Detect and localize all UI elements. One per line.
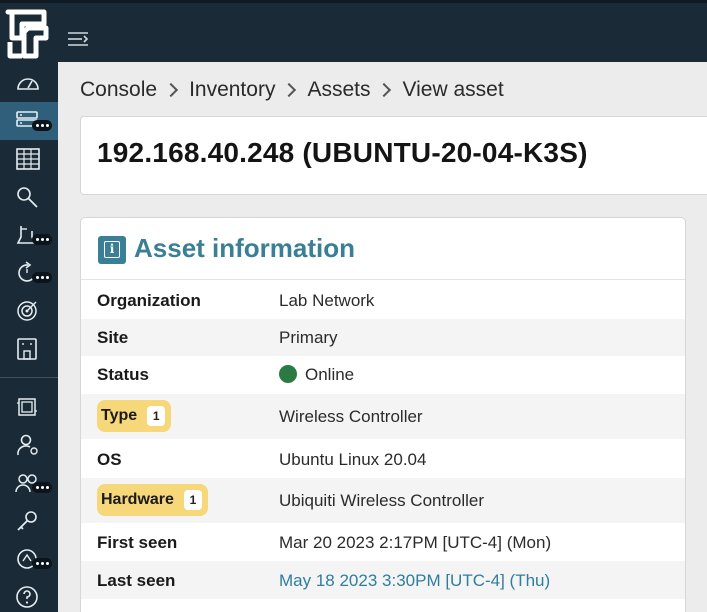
row-value: Lab Network <box>279 291 375 310</box>
row-label: Organization <box>97 291 201 310</box>
sidebar-item-integrations[interactable] <box>0 540 58 578</box>
row-value: Mar 20 2023 2:17PM [UTC-4] (Mon) <box>279 533 552 552</box>
grid-table-icon <box>16 148 40 170</box>
row-site: Site Primary <box>81 319 685 356</box>
key-icon <box>17 511 37 531</box>
chevron-right-icon <box>282 82 297 98</box>
row-type: Type 1 Wireless Controller <box>81 394 685 439</box>
row-organization: Organization Lab Network <box>81 281 685 319</box>
gauge-icon <box>17 78 39 90</box>
chevron-right-icon <box>377 82 392 98</box>
sidebar-item-api-keys[interactable] <box>0 502 58 540</box>
sidebar-item-alerts[interactable] <box>0 216 58 254</box>
sidebar-item-organizations[interactable] <box>0 388 58 426</box>
status-online-indicator <box>279 365 297 383</box>
row-label: First seen <box>97 533 178 552</box>
row-value: Wireless Controller <box>279 407 423 426</box>
row-value: Ubuntu Linux 20.04 <box>279 450 427 469</box>
card-header: i Asset information <box>81 218 685 280</box>
page-title: 192.168.40.248 (UBUNTU-20-04-K3S) <box>97 137 588 168</box>
sidebar-item-reports[interactable] <box>0 140 58 178</box>
chevron-right-icon <box>163 82 179 98</box>
sidebar-item-dashboard[interactable] <box>0 64 58 102</box>
row-hardware: Hardware 1 Ubiquiti Wireless Controller <box>81 478 685 523</box>
breadcrumb-current: View asset <box>402 78 504 101</box>
info-icon: i <box>98 236 126 264</box>
row-label: Last seen <box>97 571 176 590</box>
user-settings-icon <box>17 434 38 456</box>
title-card: 192.168.40.248 (UBUNTU-20-04-K3S) <box>80 116 707 195</box>
breadcrumb-inventory[interactable]: Inventory <box>189 78 275 102</box>
top-bar <box>0 0 707 62</box>
row-value: Primary <box>279 328 338 347</box>
sidebar-item-help[interactable] <box>0 578 58 612</box>
sidebar-item-sites[interactable] <box>0 330 58 368</box>
help-icon <box>16 586 38 608</box>
sidebar-item-tasks[interactable] <box>0 254 58 292</box>
row-label: Hardware <box>101 491 174 508</box>
hardware-count-badge: 1 <box>183 490 202 510</box>
breadcrumb-assets[interactable]: Assets <box>307 78 370 102</box>
layers-icon <box>17 398 37 416</box>
sidebar-item-users[interactable] <box>0 464 58 502</box>
target-icon <box>17 301 37 321</box>
sidebar <box>0 62 58 612</box>
sidebar-divider <box>0 377 58 378</box>
asset-information-card: i Asset information Organization Lab Net… <box>80 217 686 612</box>
breadcrumb-console[interactable]: Console <box>80 78 157 102</box>
type-count-badge: 1 <box>147 406 166 426</box>
app-logo[interactable] <box>4 8 52 60</box>
row-value: Online <box>279 365 354 385</box>
sidebar-item-inventory[interactable] <box>0 102 58 140</box>
row-label: Status <box>97 365 149 384</box>
row-os: OS Ubuntu Linux 20.04 <box>81 439 685 478</box>
building-icon <box>17 338 37 360</box>
more-options-icon[interactable] <box>32 272 52 283</box>
last-seen-link[interactable]: May 18 2023 3:30PM [UTC-4] (Thu) <box>279 571 550 591</box>
row-first-seen: First seen Mar 20 2023 2:17PM [UTC-4] (M… <box>81 523 685 561</box>
sidebar-item-account[interactable] <box>0 426 58 464</box>
card-title: Asset information <box>134 233 356 263</box>
row-label: Type <box>101 407 138 424</box>
row-status: Status Online <box>81 356 685 394</box>
row-label: OS <box>97 450 122 469</box>
sidebar-item-goals[interactable] <box>0 292 58 330</box>
breadcrumb: Console Inventory Assets View asset <box>80 76 504 104</box>
more-options-icon[interactable] <box>32 234 52 245</box>
sidebar-item-queries[interactable] <box>0 178 58 216</box>
more-options-icon[interactable] <box>32 558 52 569</box>
more-options-icon[interactable] <box>32 120 52 131</box>
type-label-pill[interactable]: Type 1 <box>97 400 172 432</box>
search-icon <box>17 187 38 208</box>
status-text: Online <box>305 365 355 384</box>
hamburger-menu-icon[interactable] <box>66 27 90 51</box>
row-value: Ubiquiti Wireless Controller <box>279 491 485 510</box>
hardware-label-pill[interactable]: Hardware 1 <box>97 484 208 516</box>
row-last-seen: Last seen May 18 2023 3:30PM [UTC-4] (Th… <box>81 561 685 599</box>
more-options-icon[interactable] <box>32 482 52 493</box>
row-label: Site <box>97 328 129 347</box>
